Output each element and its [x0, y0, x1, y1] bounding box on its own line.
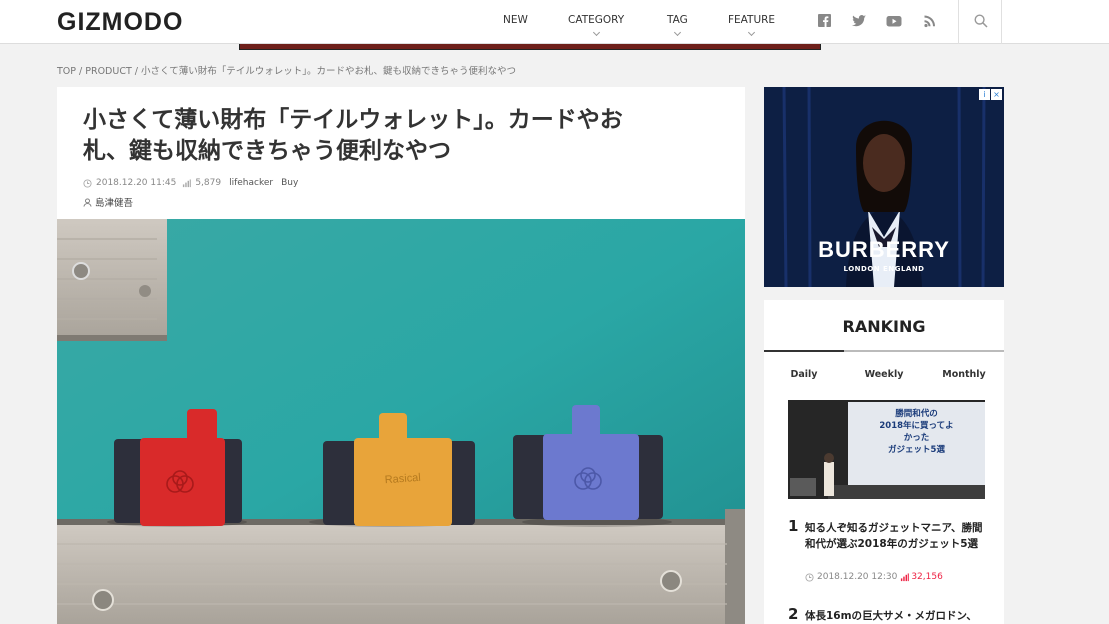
- nav-tag[interactable]: TAG: [667, 14, 688, 37]
- sidebar-ad[interactable]: i × BURBERRY LONDON ENGLAND: [764, 87, 1004, 287]
- article-views: 5,879: [195, 178, 222, 188]
- hero-image: Rasical: [57, 219, 745, 624]
- views-bar-icon: [901, 572, 910, 581]
- site-header: GIZMODO NEW CATEGORY TAG FEATURE: [0, 0, 1109, 44]
- author-name: 島津健吾: [95, 198, 134, 209]
- ad-badges[interactable]: i ×: [979, 89, 1002, 100]
- slide-line-1: 勝間和代の: [895, 409, 938, 419]
- chevron-down-icon: [673, 28, 681, 37]
- rank-views-count: 32,156: [911, 572, 943, 582]
- nav-feature-label: FEATURE: [728, 14, 776, 26]
- site-logo[interactable]: GIZMODO: [57, 8, 183, 37]
- tab-daily[interactable]: Daily: [764, 369, 844, 380]
- tab-monthly[interactable]: Monthly: [924, 369, 1004, 380]
- rank-number: 2: [788, 605, 799, 623]
- rss-icon[interactable]: [923, 14, 939, 28]
- nav-category-label: CATEGORY: [568, 14, 625, 26]
- breadcrumb[interactable]: TOP / PRODUCT / 小さくて薄い財布「テイルウォレット」。カードやお…: [57, 63, 516, 77]
- ranking-thumbnail[interactable]: 勝間和代の 2018年に買ってよ かった ガジェット5選: [788, 400, 985, 499]
- user-icon: [83, 197, 92, 207]
- nav-new[interactable]: NEW: [503, 14, 528, 26]
- article-card: 小さくて薄い財布「テイルウォレット」。カードやお 札、鍵も収納できちゃう便利なや…: [57, 87, 745, 624]
- twitter-icon[interactable]: [851, 14, 867, 28]
- ad-brand: BURBERRY: [818, 237, 950, 262]
- tab-weekly[interactable]: Weekly: [844, 369, 924, 380]
- rank-views: 32,156: [900, 572, 943, 582]
- article-category[interactable]: Buy: [281, 178, 298, 188]
- clock-icon: [83, 178, 92, 188]
- top-ad-banner[interactable]: [239, 44, 821, 50]
- search-button[interactable]: [958, 0, 1002, 44]
- ranking-title: RANKING: [842, 317, 926, 336]
- article-source[interactable]: lifehacker: [229, 178, 273, 188]
- rank-date: 2018.12.20 12:30: [817, 572, 898, 582]
- rank-number: 1: [788, 517, 799, 535]
- rank-title: 体長16mの巨大サメ・メガロドン、: [805, 610, 977, 622]
- slide-line-4: ガジェット5選: [888, 445, 945, 455]
- search-icon: [974, 14, 988, 28]
- ranking-widget: RANKING Daily Weekly Monthly 勝間和代の 2018年…: [764, 300, 1004, 624]
- article-title-line2: 札、鍵も収納できちゃう便利なやつ: [83, 138, 451, 164]
- wallets-photo: Rasical: [57, 219, 745, 624]
- clock-icon: [805, 572, 814, 582]
- nav-new-label: NEW: [503, 14, 528, 26]
- chevron-down-icon: [747, 28, 756, 37]
- ad-tagline: LONDON ENGLAND: [843, 265, 925, 273]
- youtube-icon[interactable]: [886, 14, 902, 28]
- ad-info-icon[interactable]: i: [979, 89, 990, 100]
- nav-feature[interactable]: FEATURE: [728, 14, 776, 37]
- chevron-down-icon: [592, 28, 600, 37]
- article-title: 小さくて薄い財布「テイルウォレット」。カードやお 札、鍵も収納できちゃう便利なや…: [83, 105, 703, 167]
- slide-line-2: 2018年に買ってよ: [879, 421, 954, 431]
- slide-line-3: かった: [903, 433, 930, 443]
- article-meta: 2018.12.20 11:45 5,879 lifehacker Buy: [83, 178, 298, 188]
- ranking-tab-bar: [764, 350, 1004, 352]
- slide-text: 勝間和代の 2018年に買ってよ かった ガジェット5選: [848, 408, 985, 456]
- rank-meta: 2018.12.20 12:30 32,156: [805, 572, 943, 582]
- active-tab-indicator: [764, 350, 844, 352]
- article-title-line1: 小さくて薄い財布「テイルウォレット」。カードやお: [83, 107, 623, 133]
- article-date: 2018.12.20 11:45: [96, 178, 177, 188]
- views-bar-icon: [183, 178, 192, 187]
- facebook-icon[interactable]: [817, 14, 833, 28]
- ad-close-icon[interactable]: ×: [991, 89, 1002, 100]
- brand-mark: Rasical: [384, 472, 421, 486]
- rank-title: 知る人ぞ知るガジェットマニア、勝間和代が選ぶ2018年のガジェット5選: [805, 522, 983, 550]
- nav-tag-label: TAG: [667, 14, 688, 26]
- nav-category[interactable]: CATEGORY: [568, 14, 625, 37]
- article-author[interactable]: 島津健吾: [83, 195, 133, 209]
